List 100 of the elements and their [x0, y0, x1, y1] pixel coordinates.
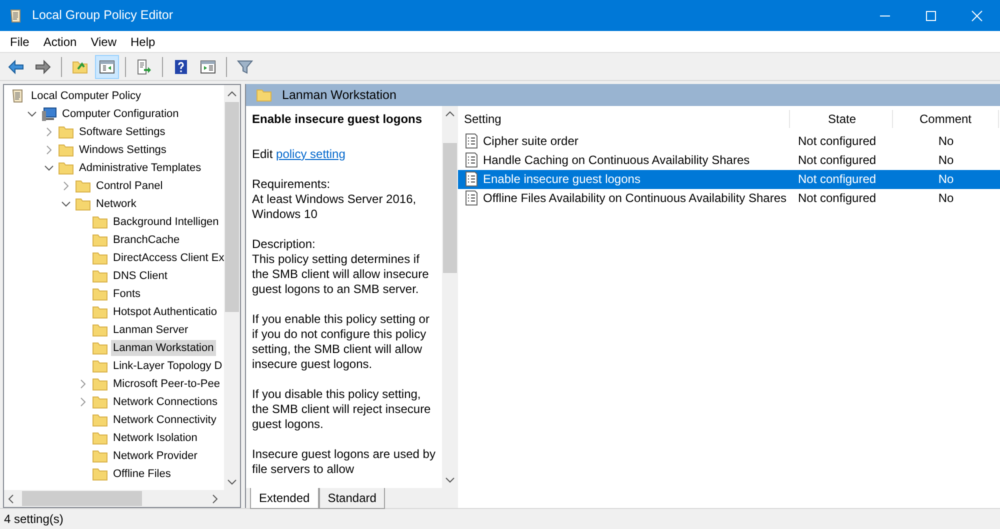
scrollbar[interactable]	[224, 85, 240, 490]
folder-icon	[58, 160, 74, 176]
folder-icon	[92, 214, 108, 230]
tab[interactable]: Standard	[318, 488, 386, 509]
scroll-down-icon[interactable]	[445, 474, 455, 484]
table-cell-text: Not configured	[797, 190, 878, 208]
document-icon	[464, 152, 480, 168]
tree-item[interactable]: Computer Configuration	[60, 106, 181, 122]
document-icon	[464, 171, 480, 188]
window-title: Local Group Policy Editor	[32, 7, 174, 24]
table-cell-text: Handle Caching on Continuous Availability Shares	[483, 152, 750, 170]
table-row[interactable]: Offline Files Availability on Continuous Availability Shares Not configured No	[458, 188, 1000, 208]
table-cell-text: Enable insecure guest logons	[483, 171, 640, 188]
folder-icon	[92, 466, 108, 482]
table-cell-text: Offline Files Availability on Continuous Availability Shares	[483, 190, 787, 208]
tree-item[interactable]: Software Settings	[77, 124, 168, 140]
toolbar-button[interactable]	[95, 54, 119, 78]
folder-icon	[92, 430, 108, 446]
folder-icon	[58, 142, 74, 158]
table-cell-text: Not configured	[797, 133, 878, 150]
folder-icon	[92, 394, 108, 410]
description-text: Description: This policy setting determines if the SMB client will allow insecure guest logons to an SMB server.	[252, 236, 430, 297]
tree-item[interactable]: DNS Client	[111, 268, 170, 284]
tree-item[interactable]: Control Panel	[94, 178, 165, 194]
menu-item[interactable]: Help	[124, 30, 162, 52]
tree-item[interactable]: Network	[94, 196, 138, 212]
table-cell-text: No	[937, 152, 955, 170]
forward-arrow-icon[interactable]	[35, 58, 51, 74]
tree-item[interactable]: Lanman Server	[111, 322, 190, 338]
document-icon	[464, 133, 480, 150]
tree-item[interactable]: Background Intelligen	[111, 214, 221, 230]
close-icon[interactable]	[969, 8, 985, 24]
tree-item[interactable]: Administrative Templates	[77, 160, 204, 176]
scroll-down-icon[interactable]	[227, 476, 237, 486]
tree-item[interactable]: BranchCache	[111, 232, 182, 248]
properties-pane-icon[interactable]	[200, 58, 216, 74]
tree-item[interactable]: Microsoft Peer-to-Pee	[111, 376, 222, 392]
description-text: If you enable this policy setting or if you do not configure this policy setting, the SMB client will allow insecure guest logons.	[252, 312, 430, 372]
tree-item[interactable]: Network Isolation	[111, 430, 200, 446]
column-header[interactable]: Setting	[458, 110, 790, 128]
description-title: Enable insecure guest logons	[252, 112, 424, 127]
table-cell-text: Cipher suite order	[483, 133, 578, 150]
tree-item[interactable]: Network Connections	[111, 394, 220, 410]
table-cell-text: Not configured	[797, 171, 878, 188]
table-row[interactable]: Cipher suite order Not configured No	[458, 132, 1000, 151]
policy-setting-link[interactable]: policy setting	[276, 146, 346, 161]
back-arrow-icon[interactable]	[8, 58, 24, 74]
tree-item[interactable]: Network Connectivity	[111, 412, 218, 428]
filter-icon[interactable]	[237, 58, 253, 74]
export-list-icon[interactable]	[136, 58, 152, 74]
table-cell-text: Not configured	[797, 152, 878, 170]
tree-item[interactable]: Windows Settings	[77, 142, 168, 158]
folder-icon	[58, 124, 74, 140]
folder-icon	[92, 304, 108, 320]
tree-item[interactable]: Local Computer Policy	[29, 88, 144, 104]
folder-icon	[75, 178, 91, 194]
folder-icon	[92, 322, 108, 338]
description-text: If you disable this policy setting, the SMB client will reject insecure guest logons.	[252, 386, 432, 432]
menu-item[interactable]: View	[84, 30, 124, 52]
folder-icon	[92, 268, 108, 284]
folder-icon	[92, 340, 108, 356]
folder-icon	[92, 412, 108, 428]
folder-icon	[92, 358, 108, 374]
folder-icon	[92, 376, 108, 392]
folder-arrow-icon[interactable]	[72, 58, 88, 74]
tree-item[interactable]: Fonts	[111, 286, 143, 302]
document-icon	[464, 190, 480, 206]
folder-icon	[92, 286, 108, 302]
help-icon[interactable]	[173, 58, 189, 74]
folder-icon	[92, 448, 108, 464]
pane-title: Lanman Workstation	[282, 86, 396, 104]
pane-toggle-icon[interactable]	[99, 58, 115, 74]
table-row[interactable]: Handle Caching on Continuous Availability Shares Not configured No	[458, 150, 1000, 170]
menu-item[interactable]: Action	[36, 30, 84, 52]
column-header[interactable]: State	[790, 110, 893, 128]
tree-item[interactable]: Lanman Workstation	[111, 340, 216, 356]
folder-icon	[256, 86, 272, 103]
description-text: Insecure guest logons are used by file servers to allow	[252, 446, 436, 477]
column-header[interactable]: Comment	[893, 110, 999, 128]
tree-item[interactable]: Hotspot Authenticatio	[111, 304, 219, 320]
description-text: Requirements: At least Windows Server 2016, Windows 10	[252, 176, 418, 222]
scroll-up-icon[interactable]	[227, 88, 237, 98]
status-text: 4 setting(s)	[0, 508, 1000, 529]
scrollbar[interactable]	[442, 106, 458, 488]
table-cell-text: No	[937, 133, 955, 150]
tree-item[interactable]: Network Provider	[111, 448, 200, 464]
folder-icon	[75, 196, 91, 212]
table-cell-text: No	[937, 190, 955, 208]
folder-icon	[92, 250, 108, 266]
table-cell-text: No	[937, 171, 955, 188]
tab[interactable]: Extended	[250, 488, 319, 509]
menu-item[interactable]: File	[3, 30, 36, 52]
tree-item[interactable]: Link-Layer Topology D	[111, 358, 224, 374]
folder-icon	[92, 232, 108, 248]
table-row[interactable]: Enable insecure guest logons Not configured No	[458, 170, 1000, 189]
edit-label: Edit	[252, 146, 273, 161]
tree-item[interactable]: DirectAccess Client Ex	[111, 250, 224, 266]
computer-icon	[41, 106, 57, 122]
scrollbar[interactable]	[4, 490, 240, 507]
tree-item[interactable]: Offline Files	[111, 466, 173, 482]
